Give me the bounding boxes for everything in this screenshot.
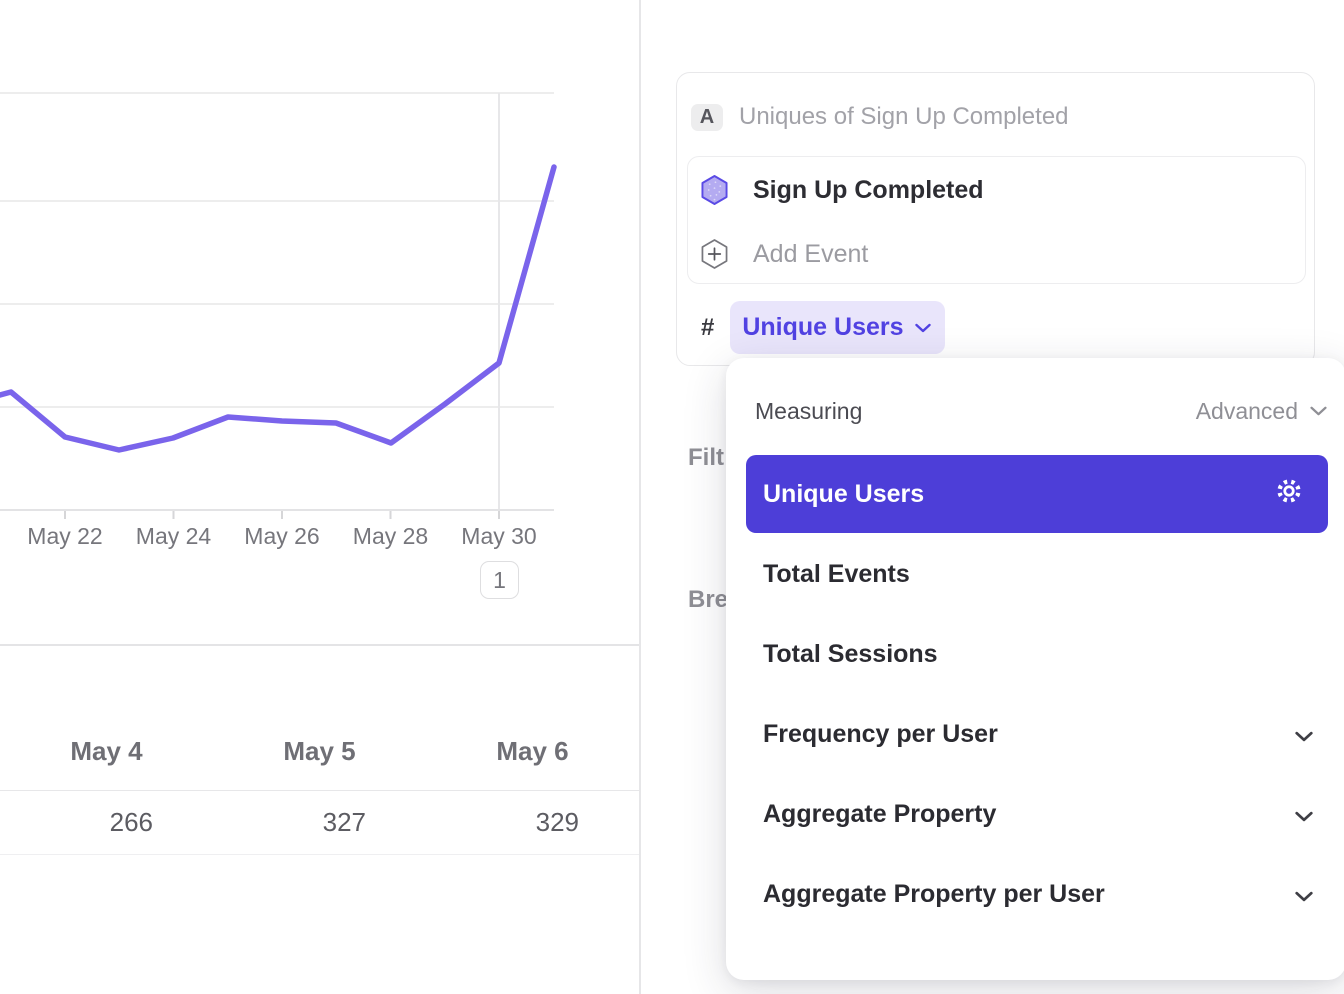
gear-icon (1274, 476, 1304, 506)
event-row[interactable]: Sign Up Completed (701, 173, 984, 207)
measuring-label: Measuring (755, 398, 862, 425)
x-tick-label: May 24 (136, 523, 212, 549)
measuring-dropdown: Measuring Advanced Unique Users Total Eve… (726, 358, 1344, 980)
menu-item-right (1295, 880, 1313, 909)
x-tick-label: May 26 (244, 523, 319, 549)
measure-row: # Unique Users (701, 301, 945, 354)
chevron-down-icon (1295, 811, 1313, 822)
chevron-down-icon (1295, 731, 1313, 742)
table-column-header: May 4 (0, 712, 213, 790)
table-row[interactable]: 266 327 329 (0, 791, 639, 855)
analytics-screen: May 22 May 24 May 26 May 28 May 30 1 May 4 M… (0, 0, 1344, 994)
measuring-menu-items: Unique Users Total Events Total Sessions Fr… (726, 454, 1344, 934)
menu-item-label: Frequency per User (763, 720, 998, 749)
annotation-badge[interactable]: 1 (480, 561, 519, 599)
series-title-row: A Uniques of Sign Up Completed (691, 103, 1069, 131)
add-event-label: Add Event (753, 240, 868, 269)
menu-item-total-sessions[interactable]: Total Sessions (726, 614, 1344, 694)
x-tick-label: May 22 (27, 523, 102, 549)
breakdown-section-label: Bre (688, 586, 728, 614)
menu-item-label: Aggregate Property per User (763, 880, 1105, 909)
menu-item-aggregate-property-per-user[interactable]: Aggregate Property per User (726, 854, 1344, 934)
chevron-down-icon (915, 323, 931, 333)
advanced-toggle[interactable]: Advanced (1196, 398, 1327, 425)
filter-section-label: Filt (688, 444, 724, 472)
chevron-down-icon (1295, 891, 1313, 902)
chevron-down-icon (1310, 406, 1327, 416)
measure-hash-symbol: # (701, 314, 714, 342)
panel-separator (639, 0, 641, 994)
event-hexagon-icon (701, 174, 728, 206)
advanced-label: Advanced (1196, 398, 1298, 425)
x-tick-label: May 30 (461, 523, 536, 549)
menu-item-label: Total Events (763, 560, 910, 589)
measure-value: Unique Users (742, 313, 903, 342)
query-builder-card: A Uniques of Sign Up Completed Sign Up C… (676, 72, 1315, 366)
table-header-row: May 4 May 5 May 6 (0, 712, 639, 791)
table-cell: 266 (0, 791, 213, 854)
table-column-header: May 5 (213, 712, 426, 790)
menu-item-right (1295, 800, 1313, 829)
menu-item-label: Unique Users (763, 480, 924, 509)
menu-item-right (1295, 720, 1313, 749)
menu-item-unique-users[interactable]: Unique Users (746, 455, 1328, 533)
menu-item-label: Total Sessions (763, 640, 938, 669)
table-cell: 327 (213, 791, 426, 854)
menu-item-aggregate-property[interactable]: Aggregate Property (726, 774, 1344, 854)
menu-item-label: Aggregate Property (763, 800, 996, 829)
results-table: May 4 May 5 May 6 266 327 329 (0, 712, 639, 855)
menu-item-frequency-per-user[interactable]: Frequency per User (726, 694, 1344, 774)
measure-dropdown-button[interactable]: Unique Users (730, 301, 944, 354)
chart-table-divider (0, 644, 639, 646)
series-letter-badge: A (691, 104, 723, 131)
series-title: Uniques of Sign Up Completed (739, 103, 1069, 131)
line-chart: May 22 May 24 May 26 May 28 May 30 (0, 0, 639, 560)
x-tick-label: May 28 (353, 523, 428, 549)
menu-item-right (1274, 476, 1304, 513)
table-column-header: May 6 (426, 712, 639, 790)
event-name: Sign Up Completed (753, 176, 984, 205)
add-event-icon (701, 238, 728, 270)
menu-item-total-events[interactable]: Total Events (726, 534, 1344, 614)
event-card: Sign Up Completed Add Event (687, 156, 1306, 284)
add-event-button[interactable]: Add Event (701, 237, 868, 271)
table-cell: 329 (426, 791, 639, 854)
measuring-dropdown-header: Measuring Advanced (726, 358, 1344, 454)
